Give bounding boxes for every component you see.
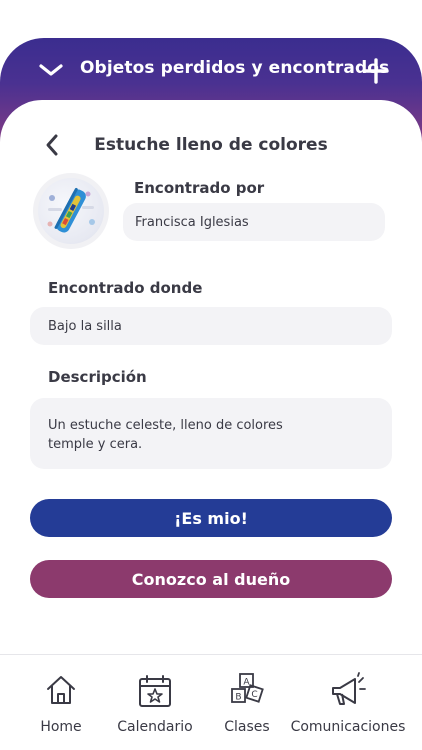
its-mine-button[interactable]: ¡Es mio! [30,499,392,537]
item-title: Estuche lleno de colores [94,135,328,155]
chevron-down-icon[interactable] [38,60,64,80]
megaphone-icon [332,672,366,705]
tab-label: Comunicaciones [290,719,406,735]
found-by-label: Encontrado por [134,179,265,197]
plus-icon[interactable] [363,58,389,84]
abc-blocks-icon: A B C [231,673,264,703]
bottom-tab-bar: Home Calendario A B C Clases Comunicacio… [0,654,422,750]
header-bar: Objetos perdidos y encontrados [0,38,422,104]
tab-home[interactable]: Home [20,655,102,750]
know-owner-button[interactable]: Conozco al dueño [30,560,392,598]
tab-clases[interactable]: A B C Clases [210,655,284,750]
tab-calendario[interactable]: Calendario [112,655,198,750]
svg-text:C: C [251,690,257,700]
tab-label: Calendario [117,719,193,735]
calendar-icon [139,675,171,707]
tab-comunicaciones[interactable]: Comunicaciones [290,655,406,750]
description-field: Un estuche celeste, lleno de colores tem… [30,398,392,469]
tab-label: Home [40,719,82,735]
found-where-field: Bajo la silla [30,307,392,345]
found-where-label: Encontrado donde [48,279,203,297]
header-title: Objetos perdidos y encontrados [80,58,390,78]
found-by-field: Francisca Iglesias [123,203,385,241]
item-photo [33,173,109,249]
tab-label: Clases [224,719,270,735]
svg-text:B: B [235,693,241,703]
home-icon [47,676,75,704]
description-label: Descripción [48,368,147,386]
pencil-case-image [38,178,104,244]
